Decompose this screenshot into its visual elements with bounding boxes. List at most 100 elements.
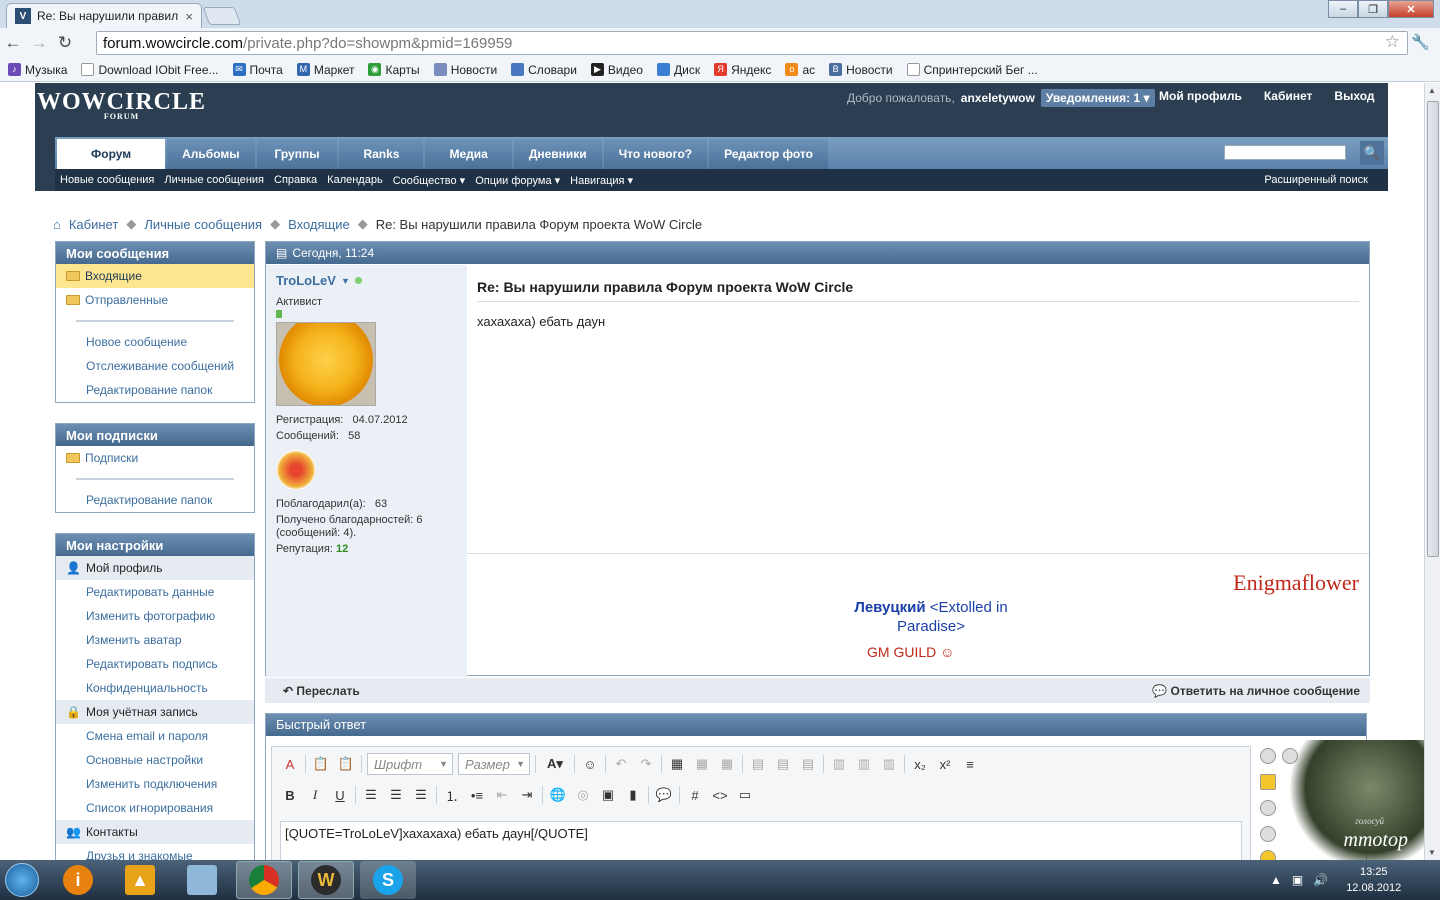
size-select[interactable]: Размер ▼ (458, 753, 530, 775)
reply-textarea[interactable]: [QUOTE=TroLoLeV]хахахаха) ебать даун[/QU… (280, 821, 1242, 860)
bookmark-vk-news[interactable]: B Новости (829, 63, 893, 77)
subnav-calendar[interactable]: Календарь (327, 174, 383, 186)
hash-icon[interactable]: # (685, 785, 705, 805)
align-left-icon[interactable]: ☰ (361, 785, 381, 805)
mmotop-widget[interactable]: голосуй mmotop (1290, 740, 1424, 860)
col-delete-icon[interactable]: ▥ (879, 754, 899, 774)
forward-button[interactable]: ↶ Переслать (283, 684, 360, 698)
breadcrumb-inbox[interactable]: Входящие (288, 217, 350, 232)
notifications-button[interactable]: Уведомления: 1 ▾ (1040, 89, 1155, 107)
sidebar-item-ignore-list[interactable]: Список игнорирования (56, 796, 254, 820)
sidebar-item-inbox[interactable]: Входящие (56, 264, 254, 288)
outdent-icon[interactable]: ⇤ (492, 785, 512, 805)
sidebar-item-change-photo[interactable]: Изменить фотографию (56, 604, 254, 628)
smiley-icon[interactable] (1260, 826, 1276, 842)
tab-ranks[interactable]: Ranks (339, 139, 424, 169)
col-right-icon[interactable]: ▥ (854, 754, 874, 774)
breadcrumb-cabinet[interactable]: Кабинет (69, 217, 118, 232)
superscript-icon[interactable]: x² (935, 754, 955, 774)
scroll-down-icon[interactable]: ▼ (1428, 848, 1436, 857)
scroll-up-icon[interactable]: ▲ (1428, 86, 1436, 95)
author-name[interactable]: TroLoLeV (276, 273, 336, 288)
bookmark-ok[interactable]: о ас (785, 63, 815, 77)
logout-link[interactable]: Выход (1334, 89, 1374, 103)
new-tab-button[interactable] (202, 7, 242, 25)
bookmark-music[interactable]: ♪ Музыка (8, 63, 67, 77)
back-icon[interactable]: ← (0, 30, 26, 56)
wrench-menu-icon[interactable]: 🔧 (1411, 33, 1430, 51)
smiley-icon[interactable] (1260, 748, 1276, 764)
sidebar-item-privacy[interactable]: Конфиденциальность (56, 676, 254, 700)
video-icon[interactable]: ▮ (623, 785, 643, 805)
col-left-icon[interactable]: ▥ (829, 754, 849, 774)
subnav-forum-options[interactable]: Опции форума ▾ (475, 174, 560, 187)
image-icon[interactable]: ▣ (598, 785, 618, 805)
taskbar-avast[interactable]: ▲ (112, 861, 168, 899)
taskbar-chrome[interactable] (236, 861, 292, 899)
tray-expand-icon[interactable]: ▲ (1270, 873, 1282, 887)
quote-icon[interactable]: 💬 (654, 785, 674, 805)
bookmark-video[interactable]: ▶ Видео (590, 63, 643, 77)
subnav-navigation[interactable]: Навигация ▾ (570, 174, 633, 187)
tab-media[interactable]: Медиа (425, 139, 512, 169)
bookmark-market[interactable]: M Маркет (296, 63, 354, 77)
sidebar-item-sent[interactable]: Отправленные (56, 288, 254, 312)
tab-close-icon[interactable]: × (185, 9, 193, 24)
horizontal-rule-icon[interactable]: ≡ (960, 754, 980, 774)
browser-tab[interactable]: V Re: Вы нарушили правил × (6, 3, 202, 28)
sidebar-item-subscriptions[interactable]: Подписки (56, 446, 254, 470)
bookmark-sprint[interactable]: Спринтерский Бег ... (906, 63, 1038, 77)
code-icon[interactable]: <> (710, 785, 730, 805)
home-icon[interactable]: ⌂ (53, 217, 61, 232)
network-icon[interactable]: ▣ (1292, 873, 1303, 887)
tab-groups[interactable]: Группы (256, 139, 338, 169)
bookmark-iobit[interactable]: Download IObit Free... (81, 63, 219, 77)
sidebar-item-friends[interactable]: Друзья и знакомые (56, 844, 254, 860)
forward-icon[interactable]: → (26, 30, 52, 56)
sidebar-item-track-messages[interactable]: Отслеживание сообщений (56, 354, 254, 378)
ordered-list-icon[interactable]: ⒈ (442, 785, 462, 805)
minimize-button[interactable]: – (1328, 0, 1358, 18)
author-menu-icon[interactable]: ▼ (341, 276, 350, 286)
taskbar-skype[interactable]: S (360, 861, 416, 899)
smiley-icon[interactable]: ☺ (580, 754, 600, 774)
redo-icon[interactable]: ↷ (636, 754, 656, 774)
italic-icon[interactable]: I (305, 785, 325, 805)
undo-icon[interactable]: ↶ (611, 754, 631, 774)
align-center-icon[interactable]: ☰ (386, 785, 406, 805)
scrollbar-thumb[interactable] (1427, 101, 1439, 557)
table-delete-icon[interactable]: ▦ (717, 754, 737, 774)
html-icon[interactable]: ▭ (735, 785, 755, 805)
bookmark-dictionaries[interactable]: Словари (511, 63, 577, 77)
subscript-icon[interactable]: x₂ (910, 754, 930, 774)
advanced-search-link[interactable]: Расширенный поиск (1264, 174, 1368, 186)
reply-button[interactable]: 💬 Ответить на личное сообщение (1152, 684, 1360, 698)
bullet-list-icon[interactable]: •≡ (467, 785, 487, 805)
clock[interactable]: 13:25 12.08.2012 (1346, 864, 1401, 896)
table-icon[interactable]: ▦ (667, 754, 687, 774)
smiley-icon[interactable] (1260, 800, 1276, 816)
author-avatar[interactable] (276, 322, 376, 406)
subnav-new-posts[interactable]: Новые сообщения (60, 174, 154, 186)
bookmark-news[interactable]: Новости (433, 63, 497, 77)
bookmark-disk[interactable]: Диск (656, 63, 700, 77)
sidebar-item-edit-data[interactable]: Редактировать данные (56, 580, 254, 604)
bookmark-yandex[interactable]: Я Яндекс (714, 63, 771, 77)
underline-icon[interactable]: U (330, 785, 350, 805)
smiley-icon[interactable] (1260, 850, 1276, 860)
link-icon[interactable]: 🌐 (548, 785, 568, 805)
tab-whats-new[interactable]: Что нового? (603, 139, 708, 169)
sidebar-item-edit-signature[interactable]: Редактировать подпись (56, 652, 254, 676)
tab-diaries[interactable]: Дневники (513, 139, 602, 169)
row-below-icon[interactable]: ▤ (773, 754, 793, 774)
volume-icon[interactable]: 🔊 (1313, 873, 1328, 887)
subnav-community[interactable]: Сообщество ▾ (393, 174, 465, 187)
remove-format-icon[interactable]: A (280, 754, 300, 774)
reload-icon[interactable]: ↻ (52, 30, 78, 56)
sidebar-item-general-settings[interactable]: Основные настройки (56, 748, 254, 772)
cabinet-link[interactable]: Кабинет (1264, 89, 1313, 103)
indent-icon[interactable]: ⇥ (517, 785, 537, 805)
close-window-button[interactable]: ✕ (1388, 0, 1434, 18)
unlink-icon[interactable]: ◎ (573, 785, 593, 805)
sidebar-item-connections[interactable]: Изменить подключения (56, 772, 254, 796)
